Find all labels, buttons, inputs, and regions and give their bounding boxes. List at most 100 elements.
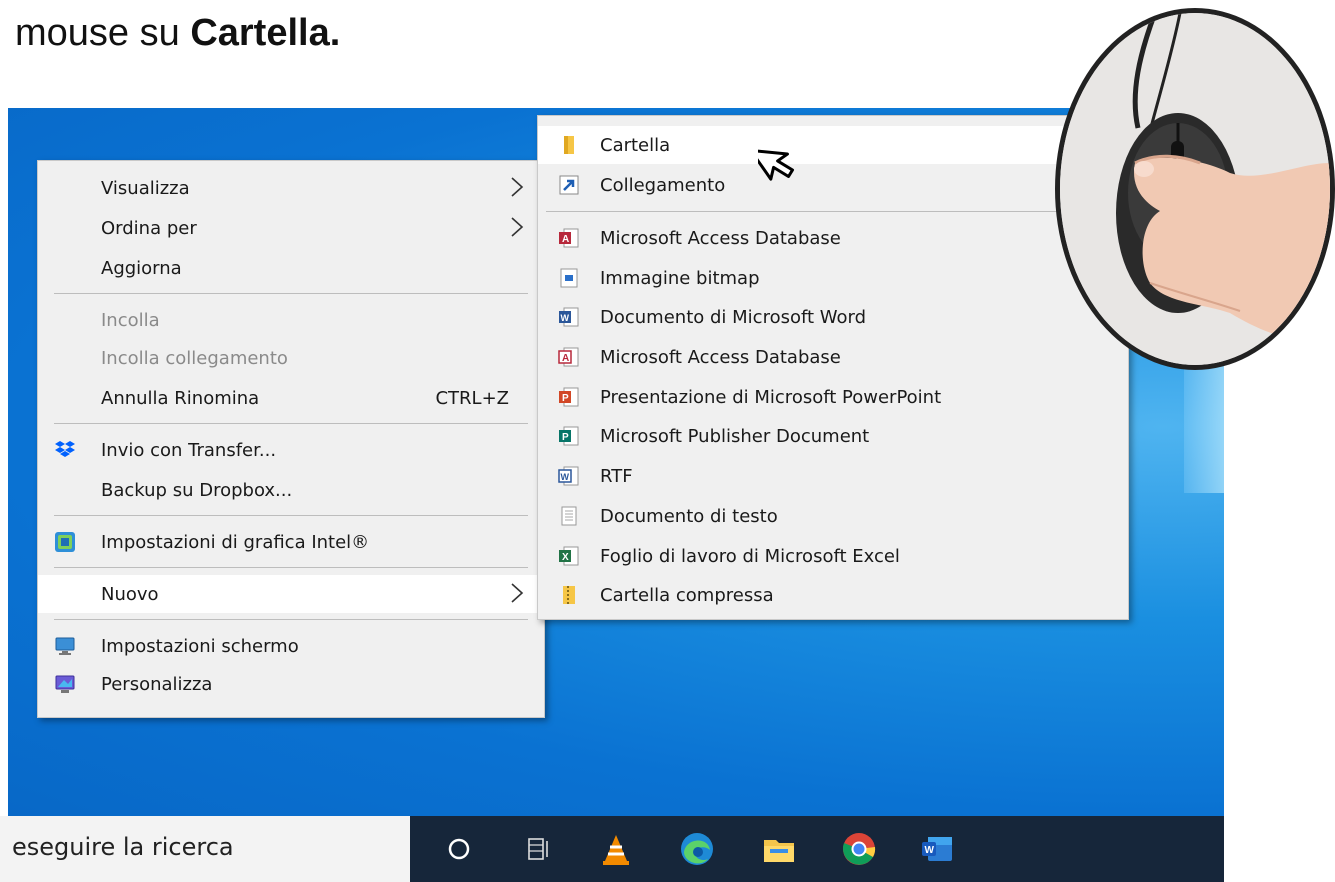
taskbar-search-box[interactable]: eseguire la ricerca xyxy=(0,816,411,882)
menu-item-label: Backup su Dropbox... xyxy=(101,480,293,501)
menu-item-incolla: Incolla xyxy=(38,301,544,339)
powerpoint-icon: P xyxy=(559,387,579,407)
desktop-background[interactable]: Visualizza Ordina per Aggiorna Incolla I… xyxy=(8,108,1224,816)
submenu-item-bitmap[interactable]: Immagine bitmap xyxy=(538,259,1128,297)
menu-separator xyxy=(54,619,528,620)
svg-text:P: P xyxy=(562,432,569,443)
caption-prefix: mouse su xyxy=(15,12,191,54)
submenu-item-label: Presentazione di Microsoft PowerPoint xyxy=(600,387,942,408)
taskbar: eseguire la ricerca W xyxy=(0,816,1224,882)
vlc-icon[interactable] xyxy=(597,830,635,868)
menu-item-shortcut: CTRL+Z xyxy=(435,388,509,409)
submenu-item-excel[interactable]: X Foglio di lavoro di Microsoft Excel xyxy=(538,537,1128,575)
access-icon: A xyxy=(558,347,579,367)
menu-item-label: Impostazioni schermo xyxy=(101,636,299,657)
submenu-item-zip[interactable]: Cartella compressa xyxy=(538,576,1128,614)
display-settings-icon xyxy=(55,637,75,655)
submenu-item-label: Documento di Microsoft Word xyxy=(600,307,867,328)
menu-separator xyxy=(546,211,1120,212)
chevron-right-icon xyxy=(511,177,524,197)
word-icon[interactable]: W xyxy=(918,830,956,868)
menu-separator xyxy=(54,515,528,516)
menu-item-annulla-rinomina[interactable]: Annulla Rinomina CTRL+Z xyxy=(38,379,544,417)
menu-item-backup-dropbox[interactable]: Backup su Dropbox... xyxy=(38,471,544,509)
bitmap-icon xyxy=(560,268,578,288)
menu-item-nuovo[interactable]: Nuovo xyxy=(38,575,544,613)
menu-item-label: Ordina per xyxy=(101,218,197,239)
dropbox-icon xyxy=(55,441,75,457)
menu-item-ordina-per[interactable]: Ordina per xyxy=(38,209,544,247)
rtf-icon: W xyxy=(558,466,579,486)
excel-icon: X xyxy=(559,546,579,566)
edge-icon[interactable] xyxy=(678,830,716,868)
submenu-item-text-doc[interactable]: Documento di testo xyxy=(538,497,1128,535)
menu-item-aggiorna[interactable]: Aggiorna xyxy=(38,249,544,287)
svg-text:W: W xyxy=(925,845,935,856)
submenu-item-collegamento[interactable]: Collegamento xyxy=(538,166,1128,204)
submenu-item-cartella[interactable]: Cartella xyxy=(538,126,1128,164)
access-icon: A xyxy=(559,228,579,248)
wallpaper-light-streak xyxy=(1184,353,1224,493)
mouse-cursor-icon xyxy=(758,148,795,181)
file-explorer-icon[interactable] xyxy=(760,830,798,868)
task-view-icon[interactable] xyxy=(520,830,558,868)
menu-item-label: Invio con Transfer... xyxy=(101,440,277,461)
cortana-icon[interactable] xyxy=(440,830,478,868)
submenu-item-label: Collegamento xyxy=(600,175,726,196)
submenu-item-label: Microsoft Access Database xyxy=(600,347,841,368)
menu-separator xyxy=(54,567,528,568)
svg-text:X: X xyxy=(562,552,569,563)
mouse-hand-photo xyxy=(1055,8,1335,370)
publisher-icon: P xyxy=(559,426,579,446)
submenu-item-label: Foglio di lavoro di Microsoft Excel xyxy=(600,546,900,567)
chevron-right-icon xyxy=(511,217,524,237)
menu-item-label: Nuovo xyxy=(101,584,159,605)
submenu-item-label: RTF xyxy=(600,466,633,487)
menu-item-label: Visualizza xyxy=(101,178,190,199)
shortcut-icon xyxy=(559,175,579,195)
chrome-icon[interactable] xyxy=(840,830,878,868)
svg-text:A: A xyxy=(562,234,569,245)
chevron-right-icon xyxy=(511,583,524,603)
desktop-context-menu: Visualizza Ordina per Aggiorna Incolla I… xyxy=(37,160,545,718)
menu-item-intel-graphics[interactable]: Impostazioni di grafica Intel® xyxy=(38,523,544,561)
text-doc-icon xyxy=(561,506,577,526)
menu-item-personalizza[interactable]: Personalizza xyxy=(38,665,544,703)
menu-item-label: Personalizza xyxy=(101,674,213,695)
menu-item-incolla-collegamento: Incolla collegamento xyxy=(38,339,544,377)
menu-item-invio-con-transfer[interactable]: Invio con Transfer... xyxy=(38,431,544,469)
submenu-item-access-database[interactable]: A Microsoft Access Database xyxy=(538,219,1128,257)
submenu-item-rtf[interactable]: W RTF xyxy=(538,457,1128,495)
menu-item-visualizza[interactable]: Visualizza xyxy=(38,169,544,207)
svg-text:A: A xyxy=(562,353,569,364)
menu-item-impostazioni-schermo[interactable]: Impostazioni schermo xyxy=(38,627,544,665)
folder-icon xyxy=(564,136,574,154)
submenu-item-label: Microsoft Access Database xyxy=(600,228,841,249)
word-doc-icon: W xyxy=(559,307,579,327)
instruction-caption: mouse su Cartella. xyxy=(15,12,340,55)
submenu-item-word[interactable]: W Documento di Microsoft Word xyxy=(538,298,1128,336)
svg-text:P: P xyxy=(562,393,569,404)
personalize-icon xyxy=(55,675,75,693)
zip-folder-icon xyxy=(563,586,575,604)
submenu-item-powerpoint[interactable]: P Presentazione di Microsoft PowerPoint xyxy=(538,378,1128,416)
menu-item-label: Impostazioni di grafica Intel® xyxy=(101,532,370,553)
submenu-item-publisher[interactable]: P Microsoft Publisher Document xyxy=(538,417,1128,455)
intel-graphics-icon xyxy=(55,532,75,552)
hand-on-mouse-illustration xyxy=(1060,13,1330,365)
submenu-item-label: Cartella compressa xyxy=(600,585,774,606)
new-submenu: Cartella Collegamento A Microsoft Access… xyxy=(537,115,1129,620)
submenu-item-label: Documento di testo xyxy=(600,506,778,527)
taskbar-icons: W xyxy=(410,816,1224,882)
svg-text:W: W xyxy=(561,472,570,482)
menu-separator xyxy=(54,423,528,424)
submenu-item-label: Microsoft Publisher Document xyxy=(600,426,870,447)
menu-item-label: Incolla xyxy=(101,310,160,331)
menu-separator xyxy=(54,293,528,294)
submenu-item-access-database-2[interactable]: A Microsoft Access Database xyxy=(538,338,1128,376)
submenu-item-label: Immagine bitmap xyxy=(600,268,760,289)
submenu-item-label: Cartella xyxy=(600,135,671,156)
svg-text:W: W xyxy=(561,313,570,323)
caption-bold: Cartella. xyxy=(190,12,341,54)
taskbar-search-text: eseguire la ricerca xyxy=(12,833,234,861)
